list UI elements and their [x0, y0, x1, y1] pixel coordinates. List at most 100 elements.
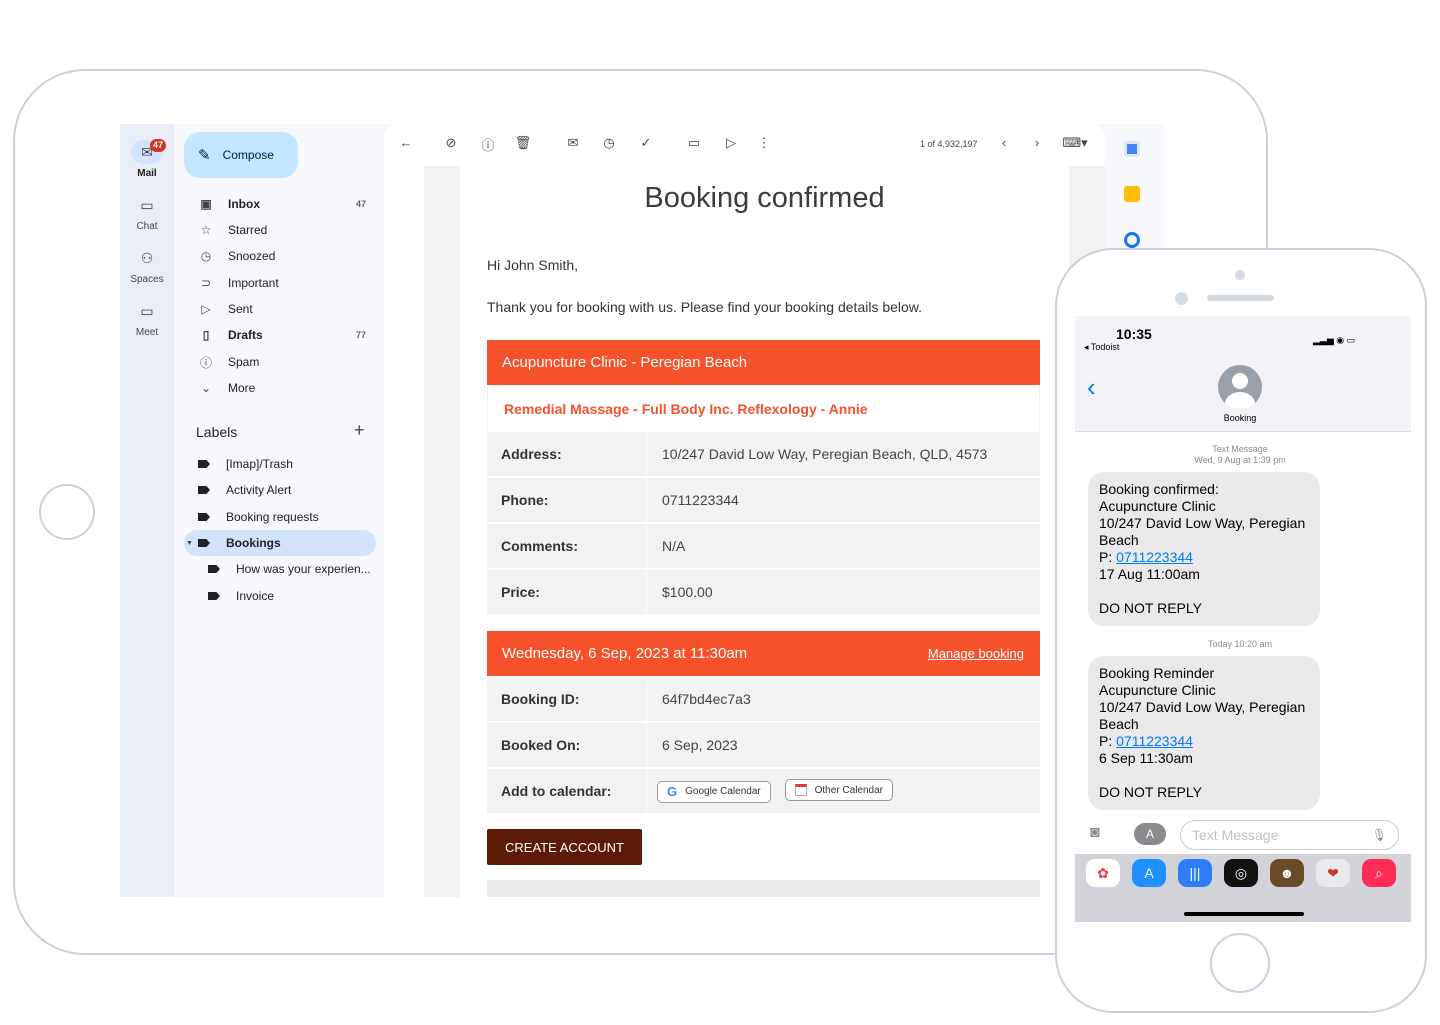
compose-row: ◙ A Text Message 🎙	[1075, 816, 1411, 854]
nav-item-sent[interactable]: ▷ Sent	[184, 296, 376, 322]
detail-value: $100.00	[662, 584, 713, 600]
label-item-activity-alert[interactable]: Activity Alert	[184, 477, 376, 503]
compose-button[interactable]: ✎ Compose	[184, 132, 298, 178]
detail-key: Comments:	[487, 524, 647, 568]
keyboard-icon[interactable]: ⌨▾	[1062, 135, 1088, 151]
home-indicator[interactable]	[1184, 912, 1304, 916]
rail-item-spaces[interactable]: ⚇ Spaces	[120, 246, 174, 285]
report-spam-icon[interactable]: ⓘ	[478, 135, 498, 154]
other-calendar-button[interactable]: Other Calendar	[784, 779, 893, 802]
app-store-icon[interactable]: A	[1134, 823, 1166, 845]
bubble-line: DO NOT REPLY	[1099, 600, 1202, 616]
nav-item-important[interactable]: ⊃ Important	[184, 270, 376, 296]
gmail-screen: ✉ 47 Mail ▭ Chat ⚇ Spaces ▭ Meet ✎ Compo…	[120, 124, 1165, 897]
message-view: ← ⊘ ⓘ 🗑 ✉ ◷ ✓ ▭ ▷ ⋮ 1 of 4,932,197 ‹ › ⌨…	[384, 124, 1105, 897]
phone-link[interactable]: 0711223344	[1116, 733, 1193, 749]
label-item-invoice[interactable]: Invoice	[194, 583, 376, 609]
tablet-home-button[interactable]	[39, 484, 95, 540]
rail-label: Chat	[136, 221, 158, 232]
label-item-bookings[interactable]: ▼ Bookings	[184, 530, 376, 556]
rail-label: Mail	[137, 168, 157, 179]
chevron-right-icon[interactable]: ›	[1027, 135, 1047, 150]
archive-icon[interactable]: ⊘	[441, 135, 461, 151]
phone-prefix: P:	[1099, 733, 1117, 749]
bubble-line: Acupuncture Clinic	[1099, 498, 1216, 514]
calendar-icon	[794, 784, 807, 797]
nav-label: Booking requests	[226, 510, 319, 524]
back-to-app[interactable]: ◂ Todoist	[1084, 342, 1119, 353]
other-calendar-label: Other Calendar	[814, 784, 883, 796]
phone-home-button[interactable]	[1210, 933, 1270, 993]
manage-booking-link[interactable]: Manage booking	[928, 646, 1024, 661]
label-item-booking-requests[interactable]: Booking requests	[184, 504, 376, 530]
phone-prefix: P:	[1099, 549, 1117, 565]
contact-avatar[interactable]	[1218, 365, 1262, 409]
keep-app-icon[interactable]	[1124, 186, 1140, 202]
nav-label: How was your experien...	[236, 562, 371, 576]
activity-icon[interactable]: ◎	[1224, 859, 1258, 887]
audio-message-icon[interactable]: |||	[1178, 859, 1212, 887]
app-store-icon[interactable]: A	[1132, 859, 1166, 887]
more-vert-icon[interactable]: ⋮	[754, 135, 774, 151]
nav-label: Invoice	[236, 589, 275, 603]
email-footer-stub	[487, 880, 1040, 897]
star-icon: ☆	[200, 223, 212, 237]
booking-row-booked-on: Booked On: 6 Sep, 2023	[487, 723, 1040, 768]
camera-icon[interactable]: ◙	[1090, 824, 1100, 842]
nav-item-drafts[interactable]: ▯ Drafts 77	[184, 322, 376, 348]
bubble-line: DO NOT REPLY	[1099, 784, 1202, 800]
nav-item-snoozed[interactable]: ◷ Snoozed	[184, 243, 376, 269]
move-to-icon[interactable]: ▭	[684, 135, 704, 151]
bubble-spacer	[1099, 583, 1309, 600]
message-bubble[interactable]: Booking Reminder Acupuncture Clinic 10/2…	[1088, 656, 1320, 810]
email-title: Booking confirmed	[644, 182, 885, 214]
microphone-icon[interactable]: 🎙	[1372, 821, 1387, 849]
add-task-icon[interactable]: ✓	[636, 135, 656, 151]
rail-item-chat[interactable]: ▭ Chat	[120, 193, 174, 232]
create-account-button[interactable]: CREATE ACCOUNT	[487, 829, 642, 865]
service-name: Remedial Massage - Full Body Inc. Reflex…	[487, 386, 1040, 432]
rail-label: Spaces	[130, 274, 164, 285]
label-item-trash[interactable]: [Imap]/Trash	[184, 451, 376, 477]
nav-label: Spam	[228, 355, 260, 369]
snooze-icon[interactable]: ◷	[599, 135, 619, 151]
mark-unread-icon[interactable]: ✉	[563, 135, 583, 151]
calendar-app-icon[interactable]	[1124, 141, 1140, 157]
label-item-how-was-your-experience[interactable]: How was your experien...	[194, 556, 376, 582]
bubble-line: 6 Sep 11:30am	[1099, 750, 1193, 766]
nav-item-more[interactable]: ⌄ More	[184, 375, 376, 401]
bubble-line: Beach	[1099, 716, 1139, 732]
detail-key: Phone:	[487, 478, 647, 522]
nav-item-inbox[interactable]: ▣ Inbox 47	[184, 191, 376, 217]
pencil-icon: ✎	[198, 147, 211, 164]
google-icon: G	[667, 784, 678, 800]
nav-item-spam[interactable]: ⓘ Spam	[184, 349, 376, 375]
bubble-phone-line: P: 0711223344	[1099, 549, 1309, 566]
stickers-icon[interactable]: ❤	[1316, 859, 1350, 887]
clock-icon: ◷	[200, 249, 212, 263]
chevron-left-icon[interactable]: ‹	[1087, 372, 1096, 403]
back-arrow-icon[interactable]: ←	[396, 135, 416, 150]
nav-label: Important	[228, 276, 279, 290]
nav-label: Bookings	[226, 536, 281, 550]
trash-icon[interactable]: 🗑	[513, 135, 533, 151]
nav-item-starred[interactable]: ☆ Starred	[184, 217, 376, 243]
search-images-icon[interactable]: ⌕	[1362, 859, 1396, 887]
memoji-icon[interactable]: ☻	[1270, 859, 1304, 887]
text-message-input[interactable]: Text Message 🎙	[1180, 820, 1399, 850]
phone-link[interactable]: 0711223344	[1116, 549, 1193, 565]
message-time: Today 10:20 am	[1207, 639, 1273, 649]
contact-name[interactable]: Booking	[1075, 413, 1405, 423]
chevron-left-icon[interactable]: ‹	[994, 135, 1014, 150]
compose-label: Compose	[222, 148, 274, 162]
caret-down-icon[interactable]: ▼	[186, 540, 193, 547]
google-calendar-button[interactable]: G Google Calendar	[657, 780, 771, 803]
important-icon: ⊃	[200, 276, 212, 290]
rail-item-meet[interactable]: ▭ Meet	[120, 299, 174, 338]
label-outline-icon[interactable]: ▷	[721, 135, 741, 151]
message-bubble[interactable]: Booking confirmed: Acupuncture Clinic 10…	[1088, 472, 1320, 626]
tasks-app-icon[interactable]	[1124, 232, 1140, 248]
add-label-icon[interactable]: +	[354, 420, 365, 441]
rail-item-mail[interactable]: ✉ 47 Mail	[120, 139, 174, 179]
photos-icon[interactable]: ✿	[1086, 859, 1120, 887]
